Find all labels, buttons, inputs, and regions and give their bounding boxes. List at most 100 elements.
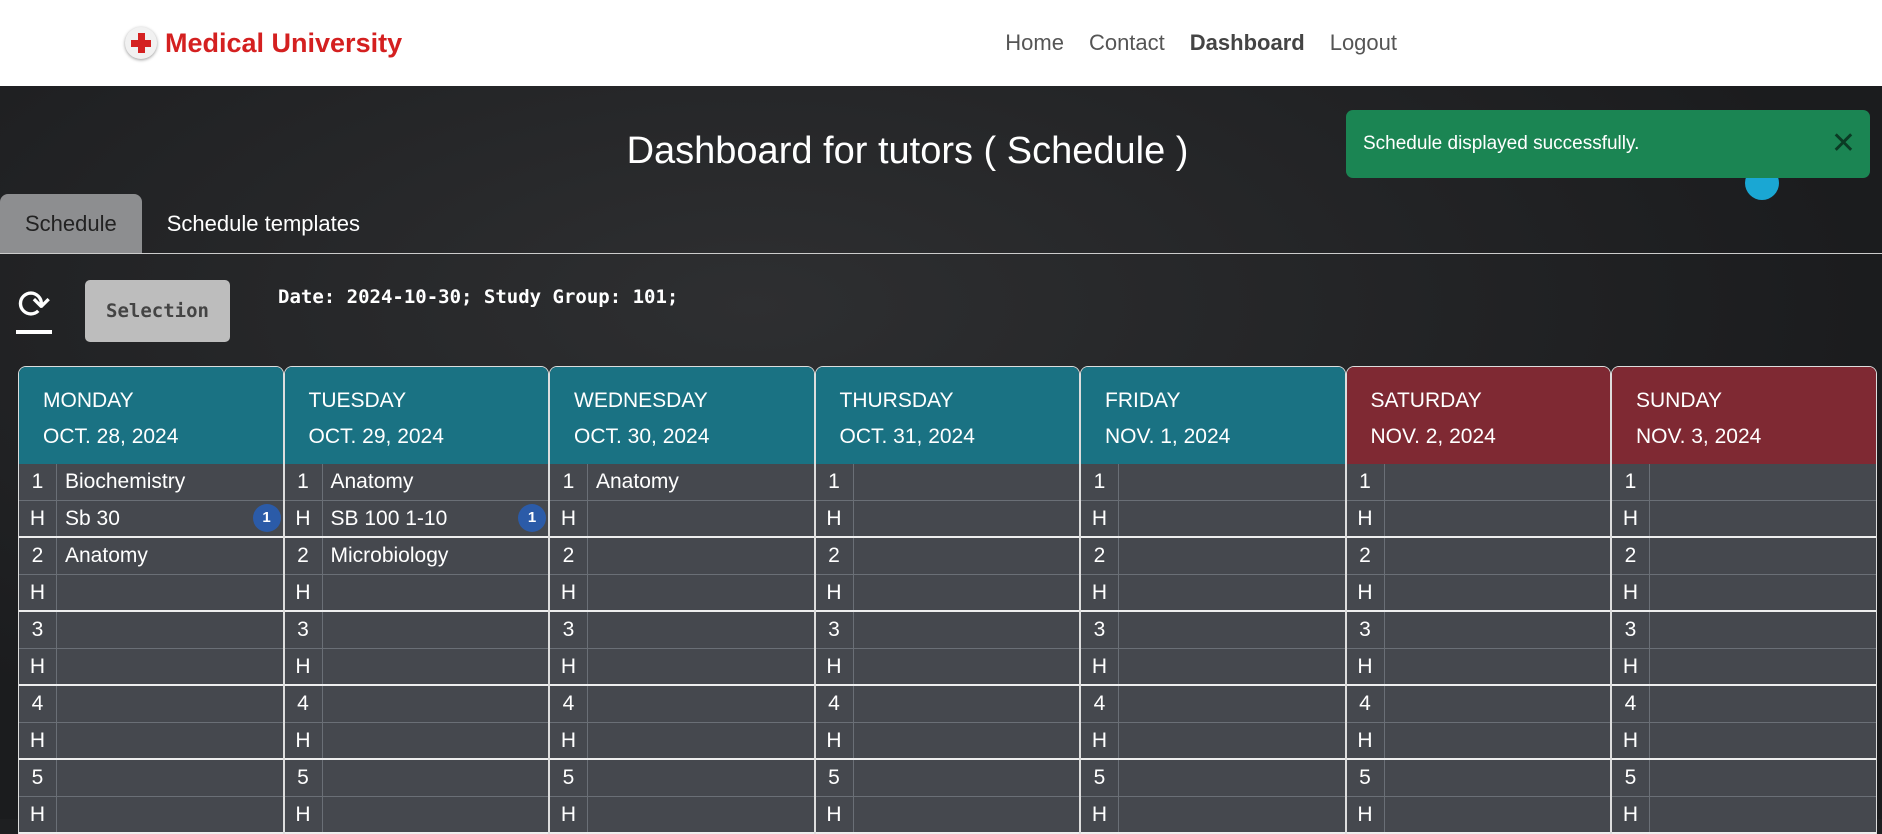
slot-text [323, 686, 331, 722]
schedule-row[interactable]: 1 [1081, 464, 1345, 501]
schedule-row[interactable]: H [815, 501, 1079, 538]
close-icon[interactable]: ✕ [1831, 110, 1856, 178]
schedule-row[interactable]: 3 [284, 612, 548, 649]
brand-link[interactable]: Medical University [125, 27, 402, 59]
refresh-button[interactable]: ⟳ [16, 282, 52, 334]
schedule-row[interactable]: 1 [1612, 464, 1876, 501]
schedule-row[interactable]: H [550, 797, 814, 834]
selection-button[interactable]: Selection [85, 280, 230, 342]
schedule-row[interactable]: H [19, 723, 283, 760]
tab-schedule-templates[interactable]: Schedule templates [142, 194, 385, 253]
schedule-row[interactable]: H [550, 723, 814, 760]
slot-number: 2 [285, 538, 323, 574]
schedule-row[interactable]: 2 [550, 538, 814, 575]
slot-number: H [19, 723, 57, 758]
schedule-row[interactable]: 5 [284, 760, 548, 797]
schedule-row[interactable]: 5 [1612, 760, 1876, 797]
schedule-row[interactable]: H [19, 797, 283, 834]
slot-text [1650, 723, 1658, 758]
navbar: Medical University Home Contact Dashboar… [0, 0, 1882, 86]
schedule-row[interactable]: 1 [815, 464, 1079, 501]
schedule-row[interactable]: 5 [815, 760, 1079, 797]
tab-schedule[interactable]: Schedule [0, 194, 142, 253]
schedule-row[interactable]: 4 [284, 686, 548, 723]
schedule-row[interactable]: 2 [1612, 538, 1876, 575]
schedule-row[interactable]: 3 [1081, 612, 1345, 649]
schedule-row[interactable]: H [550, 649, 814, 686]
schedule-row[interactable]: 3 [1612, 612, 1876, 649]
slot-text [57, 760, 65, 796]
schedule-row[interactable]: H [1612, 723, 1876, 760]
schedule-row[interactable]: H [284, 723, 548, 760]
schedule-row[interactable]: H [815, 723, 1079, 760]
schedule-row[interactable]: H Sb 30 1 [19, 501, 283, 538]
schedule-row[interactable]: 3 [550, 612, 814, 649]
schedule-row[interactable]: H [1081, 797, 1345, 834]
schedule-row[interactable]: 2 [1346, 538, 1610, 575]
schedule-row[interactable]: H [1612, 649, 1876, 686]
schedule-row[interactable]: H [284, 797, 548, 834]
selection-info: Date: 2024-10-30; Study Group: 101; [278, 286, 679, 308]
schedule-row[interactable]: H [550, 575, 814, 612]
schedule-row[interactable]: H [815, 649, 1079, 686]
schedule-row[interactable]: H [1612, 797, 1876, 834]
schedule-row[interactable]: H [284, 575, 548, 612]
schedule-row[interactable]: 5 [1346, 760, 1610, 797]
slot-text [1385, 464, 1393, 500]
schedule-row[interactable]: H [1081, 649, 1345, 686]
nav-contact[interactable]: Contact [1089, 30, 1165, 56]
schedule-row[interactable]: H [1081, 723, 1345, 760]
nav-dashboard[interactable]: Dashboard [1190, 30, 1305, 56]
schedule-row[interactable]: 3 [815, 612, 1079, 649]
schedule-row[interactable]: 5 [550, 760, 814, 797]
slot-number: H [285, 649, 323, 684]
schedule-row[interactable]: H [1612, 575, 1876, 612]
schedule-row[interactable]: H [284, 649, 548, 686]
schedule-row[interactable]: H [1612, 501, 1876, 538]
day-header: SATURDAY NOV. 2, 2024 [1346, 367, 1610, 464]
schedule-row[interactable]: 4 [550, 686, 814, 723]
schedule-row[interactable]: H [19, 649, 283, 686]
schedule-row[interactable]: H [1346, 575, 1610, 612]
schedule-row[interactable]: 2 [815, 538, 1079, 575]
schedule-row[interactable]: H [1346, 649, 1610, 686]
schedule-row[interactable]: H [815, 797, 1079, 834]
schedule-row[interactable]: H [1346, 797, 1610, 834]
schedule-row[interactable]: H [1081, 575, 1345, 612]
schedule-row[interactable]: H [815, 575, 1079, 612]
schedule-row[interactable]: H [19, 575, 283, 612]
slot-text [1385, 612, 1393, 648]
schedule-row[interactable]: 1 [1346, 464, 1610, 501]
schedule-row[interactable]: H [1346, 723, 1610, 760]
schedule-row[interactable]: 1 Anatomy [284, 464, 548, 501]
slot-number: 2 [816, 538, 854, 574]
schedule-row[interactable]: 5 [1081, 760, 1345, 797]
schedule-row[interactable]: 4 [815, 686, 1079, 723]
slot-number: 1 [1347, 464, 1385, 500]
schedule-row[interactable]: 2 [1081, 538, 1345, 575]
slot-number: H [550, 797, 588, 832]
schedule-row[interactable]: 4 [1612, 686, 1876, 723]
schedule-row[interactable]: 1 Anatomy [550, 464, 814, 501]
refresh-icon: ⟳ [17, 282, 51, 328]
schedule-row[interactable]: 5 [19, 760, 283, 797]
schedule-row[interactable]: 4 [1081, 686, 1345, 723]
schedule-row[interactable]: 3 [19, 612, 283, 649]
schedule-row[interactable]: H [550, 501, 814, 538]
schedule-row[interactable]: H [1081, 501, 1345, 538]
schedule-row[interactable]: 2 Anatomy [19, 538, 283, 575]
schedule-row[interactable]: H [1346, 501, 1610, 538]
count-badge[interactable]: 1 [252, 504, 281, 532]
slot-number: 3 [1347, 612, 1385, 648]
slot-number: 2 [1081, 538, 1119, 574]
schedule-row[interactable]: 4 [1346, 686, 1610, 723]
nav-logout[interactable]: Logout [1330, 30, 1397, 56]
nav-home[interactable]: Home [1005, 30, 1064, 56]
schedule-row[interactable]: 3 [1346, 612, 1610, 649]
schedule-row[interactable]: H SB 100 1-10 1 [284, 501, 548, 538]
schedule-row[interactable]: 4 [19, 686, 283, 723]
count-badge[interactable]: 1 [518, 504, 546, 532]
schedule-row[interactable]: 1 Biochemistry [19, 464, 283, 501]
slot-number: 2 [1612, 538, 1650, 574]
schedule-row[interactable]: 2 Microbiology [284, 538, 548, 575]
